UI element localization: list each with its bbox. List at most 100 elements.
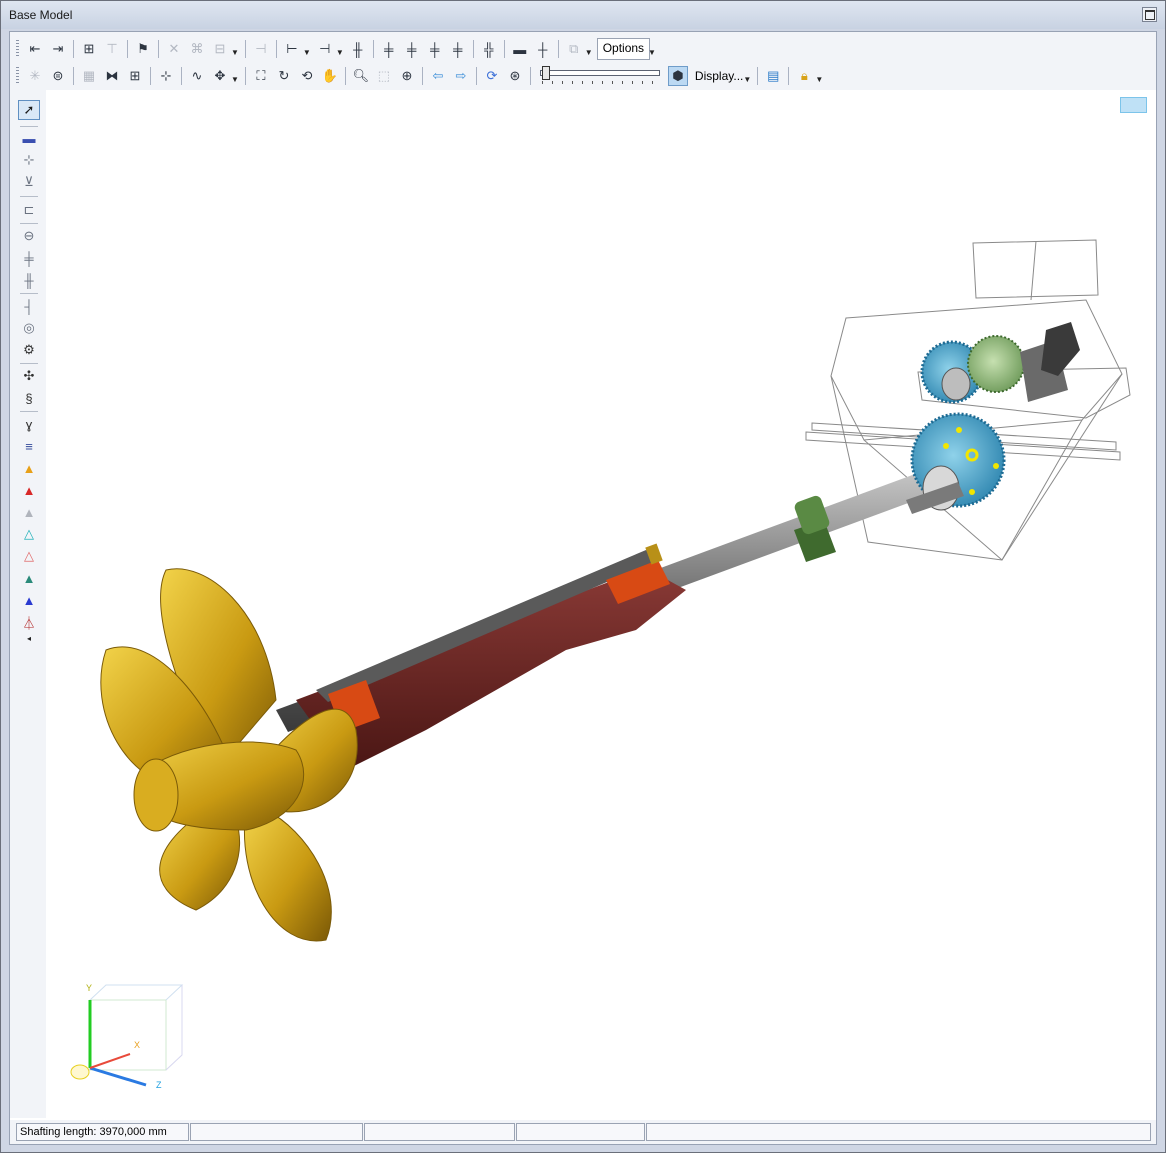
- load-teal-icon[interactable]: ▲: [18, 568, 40, 588]
- align-right-icon[interactable]: ⇥: [48, 39, 68, 59]
- align-left-icon[interactable]: ⇤: [25, 39, 45, 59]
- seal-icon[interactable]: ɣ: [18, 414, 40, 434]
- arrow-left-icon[interactable]: ⇦: [428, 66, 448, 86]
- separator: [788, 67, 790, 85]
- separator: [20, 126, 38, 127]
- options-button[interactable]: Options: [596, 38, 651, 60]
- orbit-icon[interactable]: ⟲: [297, 66, 317, 86]
- pan-hand-icon[interactable]: ✋: [320, 66, 340, 86]
- separator: [73, 67, 74, 85]
- load-cyan-icon[interactable]: △: [18, 524, 40, 544]
- status-pane-3: [364, 1123, 515, 1141]
- shaft-segment-icon[interactable]: ▬: [18, 128, 40, 148]
- flange-icon[interactable]: ⊏: [18, 200, 40, 220]
- mass-icon[interactable]: ╪: [18, 248, 40, 268]
- transparency-slider[interactable]: [539, 66, 660, 86]
- dropdown-arrow-icon[interactable]: ▼: [743, 75, 751, 84]
- zoom-window-icon[interactable]: ⬚: [374, 66, 394, 86]
- more-tools-arrow-icon[interactable]: ◂: [18, 628, 40, 648]
- dropdown-arrow-icon[interactable]: ▼: [303, 48, 311, 57]
- tree-icon[interactable]: ⊞: [125, 66, 145, 86]
- propeller-icon[interactable]: ✣: [18, 366, 40, 386]
- remove-link-icon[interactable]: ⌘: [187, 39, 207, 59]
- toolbar-grip[interactable]: [16, 67, 19, 85]
- move-icon[interactable]: ✥: [210, 66, 230, 86]
- load-orange-icon[interactable]: ▲: [18, 458, 40, 478]
- select-pointer-icon[interactable]: ➚: [18, 100, 40, 120]
- split-icon[interactable]: ⊤: [102, 39, 122, 59]
- shaft-right-icon[interactable]: ⊣: [315, 39, 335, 59]
- display-menu-button[interactable]: Display...: [695, 69, 743, 83]
- bearing-1-icon[interactable]: ╪: [379, 39, 399, 59]
- rotate-icon[interactable]: ↻: [274, 66, 294, 86]
- separator: [20, 293, 38, 294]
- rotate-axis-icon[interactable]: ⟳: [482, 66, 502, 86]
- separator: [757, 67, 759, 85]
- shaft-model-view[interactable]: Y X Z: [46, 90, 1156, 1118]
- render-mode-icon[interactable]: ⬢: [667, 66, 688, 86]
- separator: [181, 67, 182, 85]
- separator: [20, 223, 38, 224]
- split-segment-icon[interactable]: ⊻: [18, 172, 40, 192]
- network-icon[interactable]: ⧓: [102, 66, 122, 86]
- add-segment-icon[interactable]: ⊹: [18, 150, 40, 170]
- branch-icon[interactable]: ⊹: [156, 66, 176, 86]
- insert-row-icon[interactable]: ⊞: [79, 39, 99, 59]
- spin-icon[interactable]: ⊛: [505, 66, 525, 86]
- gear-block-icon[interactable]: ▬: [510, 39, 530, 59]
- bearing-2-icon[interactable]: ╪: [402, 39, 422, 59]
- light-icon[interactable]: ✳: [25, 66, 45, 86]
- bearing-4-icon[interactable]: ╪: [448, 39, 468, 59]
- toolbar-grip[interactable]: [16, 40, 19, 58]
- dropdown-arrow-icon[interactable]: ▼: [231, 48, 239, 57]
- maximize-button[interactable]: [1142, 7, 1157, 22]
- axis-x-label: X: [134, 1040, 140, 1050]
- dropdown-arrow-icon[interactable]: ▼: [336, 48, 344, 57]
- separator: [20, 411, 38, 412]
- toolbar-area: ⇤ ⇥ ⊞ ⊤ ⚑ ✕ ⌘ ⊟ ▼ ⊣ ⊢ ▼ ⊣ ▼ ╫ ╪ ╪ ╪ ╪ ╬ …: [10, 32, 1156, 90]
- bearing-3-icon[interactable]: ╪: [425, 39, 445, 59]
- center-icon[interactable]: ⊜: [48, 66, 68, 86]
- slider-thumb[interactable]: [541, 66, 550, 80]
- propeller: [100, 568, 358, 942]
- vertical-block-icon[interactable]: ┼: [533, 39, 553, 59]
- multi-bearing-icon[interactable]: ╬: [479, 39, 499, 59]
- load-blue-icon[interactable]: ▲: [18, 590, 40, 610]
- wave-icon[interactable]: ∿: [187, 66, 207, 86]
- separator: [529, 67, 531, 85]
- separator: [244, 67, 246, 85]
- shaft-split-icon[interactable]: ╫: [348, 39, 368, 59]
- dropdown-arrow-icon[interactable]: ▼: [585, 48, 593, 57]
- zoom-in-icon[interactable]: ⊕: [397, 66, 417, 86]
- spring-icon[interactable]: §: [18, 388, 40, 408]
- gear-icon[interactable]: ⚙: [18, 340, 40, 360]
- lock-icon[interactable]: 🔒︎: [794, 66, 814, 86]
- zoom-icon[interactable]: 🔍︎: [351, 66, 371, 86]
- load-gray-icon[interactable]: ▲: [18, 502, 40, 522]
- separator: [557, 40, 559, 58]
- load-pink-icon[interactable]: △: [18, 546, 40, 566]
- 3d-viewport[interactable]: Y X Z: [46, 90, 1156, 1118]
- load-red-icon[interactable]: ▲: [18, 480, 40, 500]
- table-icon[interactable]: ▤: [763, 66, 783, 86]
- axis-y-label: Y: [86, 983, 92, 993]
- zoom-extents-icon[interactable]: ⛶: [251, 66, 271, 86]
- bearing-housing-icon[interactable]: ≡: [18, 436, 40, 456]
- remove-bearing-icon[interactable]: ⊟: [210, 39, 230, 59]
- roller-bearing-icon[interactable]: ◎: [18, 318, 40, 338]
- dropdown-arrow-icon[interactable]: ▼: [231, 75, 239, 84]
- dropdown-arrow-icon[interactable]: ▼: [648, 48, 656, 57]
- axis-triad: Y X Z: [70, 983, 184, 1090]
- grid-icon[interactable]: ▦: [79, 66, 99, 86]
- shaft-left-icon[interactable]: ⊢: [282, 39, 302, 59]
- coupling-icon[interactable]: ⊣: [251, 39, 271, 59]
- disk-icon[interactable]: ⊖: [18, 226, 40, 246]
- support-icon[interactable]: ┤: [18, 296, 40, 316]
- dropdown-arrow-icon[interactable]: ▼: [815, 75, 823, 84]
- assembly-icon[interactable]: ⧉: [564, 39, 584, 59]
- delete-icon[interactable]: ✕: [164, 39, 184, 59]
- axis-z-label: Z: [156, 1080, 162, 1090]
- flag-icon[interactable]: ⚑: [133, 39, 153, 59]
- arrow-right-icon[interactable]: ⇨: [451, 66, 471, 86]
- coupling-element-icon[interactable]: ╫: [18, 270, 40, 290]
